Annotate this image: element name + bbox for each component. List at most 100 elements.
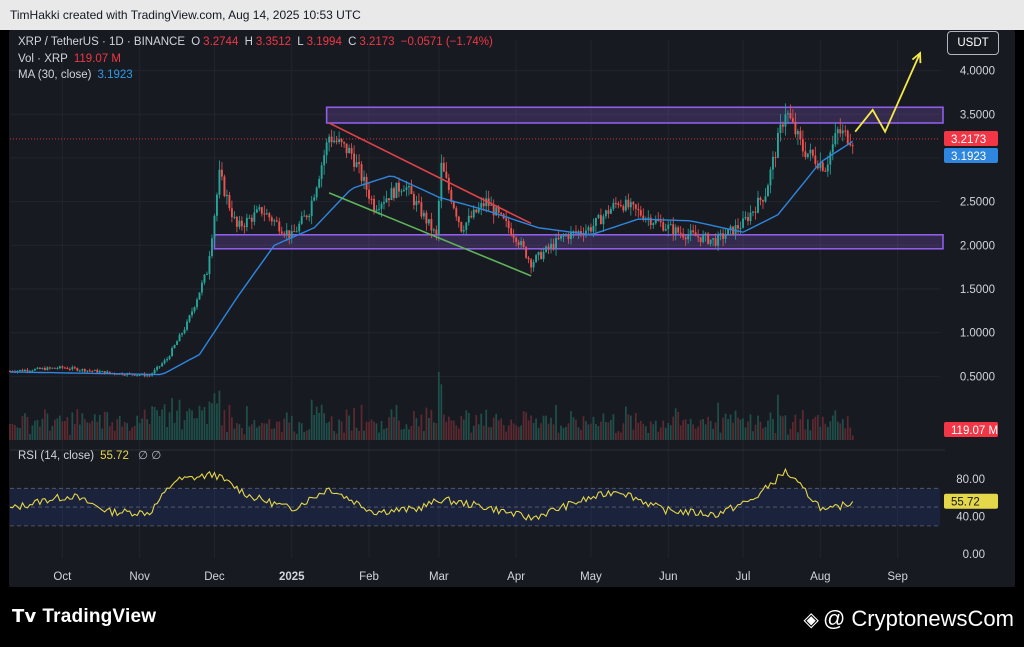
- volume-bar: [153, 406, 156, 440]
- volume-bar: [669, 425, 672, 440]
- volume-bar: [507, 425, 510, 440]
- candle-body: [407, 186, 410, 188]
- volume-bar: [465, 410, 468, 440]
- ma-label: MA (30, close): [18, 69, 92, 81]
- currency-button[interactable]: USDT: [947, 31, 999, 55]
- volume-bar: [495, 413, 498, 440]
- volume-bar: [550, 417, 552, 440]
- candle-body: [826, 164, 829, 172]
- candle-body: [417, 200, 420, 203]
- volume-bar: [657, 431, 660, 440]
- volume-bar: [437, 371, 440, 440]
- volume-bar: [370, 419, 373, 440]
- candle-body: [779, 124, 782, 133]
- volume-bar: [500, 418, 503, 440]
- volume-bar: [76, 409, 79, 440]
- candle-body: [759, 197, 762, 201]
- candle-body: [614, 202, 617, 204]
- candle-body: [328, 136, 331, 143]
- volume-bar: [532, 422, 535, 440]
- volume-bar: [699, 419, 702, 440]
- candle-body: [742, 218, 744, 228]
- volume-bar: [737, 417, 739, 440]
- candle-body: [427, 219, 430, 224]
- candle-body: [507, 220, 510, 229]
- candle-body: [776, 132, 779, 158]
- volume-bar: [333, 431, 336, 440]
- volume-bar: [552, 424, 555, 440]
- candle-body: [512, 235, 515, 238]
- candle-body: [577, 231, 580, 233]
- candle-body: [385, 198, 388, 203]
- volume-bar: [315, 406, 318, 440]
- volume-bar: [450, 420, 453, 440]
- volume-bar: [39, 426, 41, 440]
- volume-bar: [797, 432, 799, 440]
- volume-bar: [61, 421, 64, 440]
- candle-body: [402, 189, 405, 192]
- candle-body: [176, 341, 178, 345]
- volume-bar: [602, 413, 605, 440]
- candle-body: [156, 366, 159, 370]
- candle-body: [61, 366, 64, 368]
- candle-body: [455, 208, 458, 217]
- volume-bar: [562, 427, 565, 440]
- volume-bar: [265, 423, 268, 440]
- volume-bar: [462, 419, 465, 440]
- volume-bar: [116, 419, 119, 440]
- volume-bars: [9, 371, 854, 440]
- candle-body: [589, 227, 592, 232]
- ma-value: 3.1923: [97, 69, 133, 81]
- volume-bar: [537, 427, 540, 440]
- close-label: C: [348, 36, 357, 48]
- candle-body: [88, 370, 91, 372]
- candle-body: [540, 252, 543, 259]
- volume-bar: [181, 429, 183, 440]
- candle-body: [280, 231, 283, 234]
- volume-bar: [814, 416, 817, 440]
- candle-body: [193, 307, 196, 312]
- volume-bar: [96, 421, 99, 440]
- candle-body: [24, 369, 26, 372]
- time-tick-label: Oct: [53, 571, 72, 583]
- time-tick-label: Mar: [429, 571, 449, 583]
- volume-bar: [447, 416, 450, 440]
- candle-body: [772, 156, 774, 170]
- volume-bar: [712, 428, 714, 440]
- volume-bar: [398, 420, 400, 440]
- volume-bar: [171, 397, 173, 440]
- candle-body: [315, 187, 318, 198]
- rsi-axis: 80.00 40.00 0.00: [956, 474, 985, 561]
- candle-body: [796, 131, 799, 135]
- volume-bar: [216, 403, 218, 440]
- price-chart[interactable]: 4.00003.50003.00002.50002.00001.50001.00…: [0, 0, 1024, 647]
- candle-body: [400, 191, 403, 193]
- candle-body: [153, 369, 156, 374]
- candle-body: [669, 224, 672, 226]
- candle-body: [699, 237, 702, 243]
- candle-body: [717, 234, 720, 246]
- candle-body: [597, 214, 600, 218]
- volume-bar: [168, 412, 171, 440]
- price-tick-label: 1.5000: [960, 284, 995, 296]
- volume-bar: [592, 416, 595, 440]
- volume-bar: [253, 420, 256, 440]
- volume-bar: [789, 428, 792, 440]
- rsi-label: RSI (14, close): [18, 450, 95, 462]
- candle-body: [632, 202, 635, 205]
- volume-bar: [522, 411, 525, 440]
- tradingview-logo[interactable]: 𝗧𝘃 TradingView: [12, 606, 156, 628]
- candle-body: [26, 369, 29, 372]
- volume-value: 119.07 M: [73, 53, 121, 65]
- candle-body: [679, 232, 682, 234]
- candle-body: [388, 198, 390, 201]
- volume-bar: [81, 413, 84, 440]
- volume-bar: [510, 419, 513, 440]
- cryptonews-logo: ◈ @ CryptonewsCom: [804, 606, 1014, 632]
- volume-bar: [390, 409, 393, 440]
- candle-body: [639, 210, 642, 216]
- candle-body: [781, 124, 784, 127]
- candle-body: [318, 178, 321, 188]
- volume-bar: [146, 419, 149, 440]
- volume-bar: [425, 407, 428, 440]
